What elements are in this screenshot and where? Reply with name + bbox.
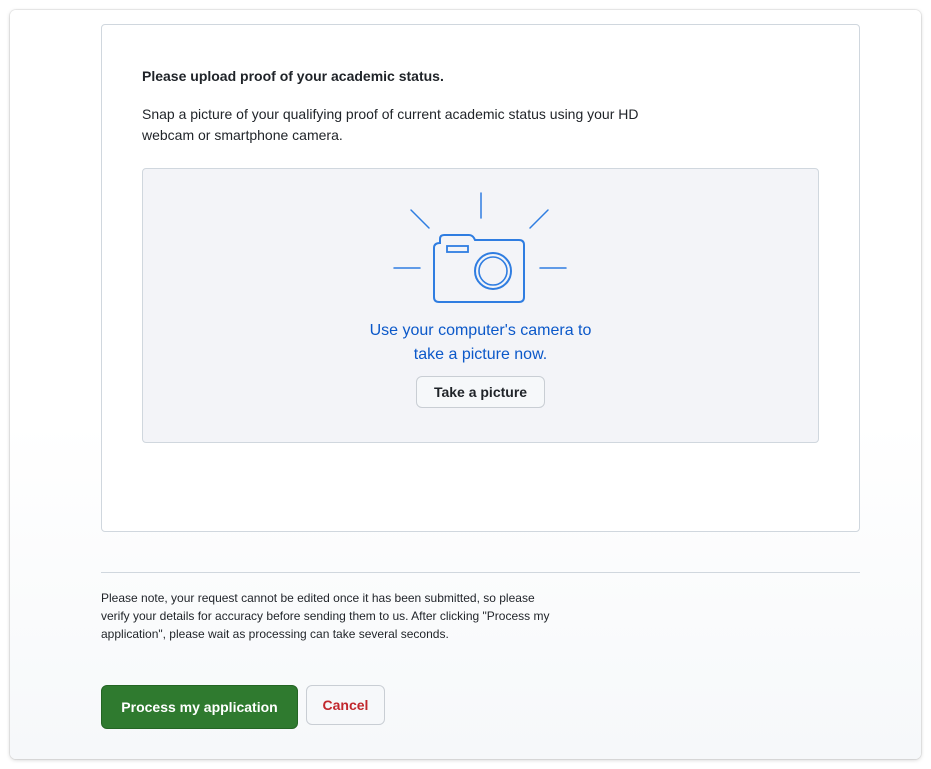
submission-note: Please note, your request cannot be edit… <box>101 591 550 641</box>
camera-capture-area: Use your computer's camera to take a pic… <box>142 168 819 443</box>
process-application-button[interactable]: Process my application <box>101 685 298 729</box>
upload-card: Please upload proof of your academic sta… <box>101 24 860 532</box>
section-divider <box>101 572 860 573</box>
upload-description: Snap a picture of your qualifying proof … <box>142 106 639 143</box>
take-picture-button[interactable]: Take a picture <box>416 376 545 408</box>
application-window: Please upload proof of your academic sta… <box>10 10 921 759</box>
camera-prompt-line1: Use your computer's camera to <box>369 322 592 339</box>
upload-heading: Please upload proof of your academic sta… <box>142 68 444 84</box>
cancel-button[interactable]: Cancel <box>306 685 385 725</box>
camera-prompt: Use your computer's camera to take a pic… <box>143 319 818 367</box>
camera-prompt-line2: take a picture now. <box>413 346 548 363</box>
camera-icon <box>393 192 567 303</box>
